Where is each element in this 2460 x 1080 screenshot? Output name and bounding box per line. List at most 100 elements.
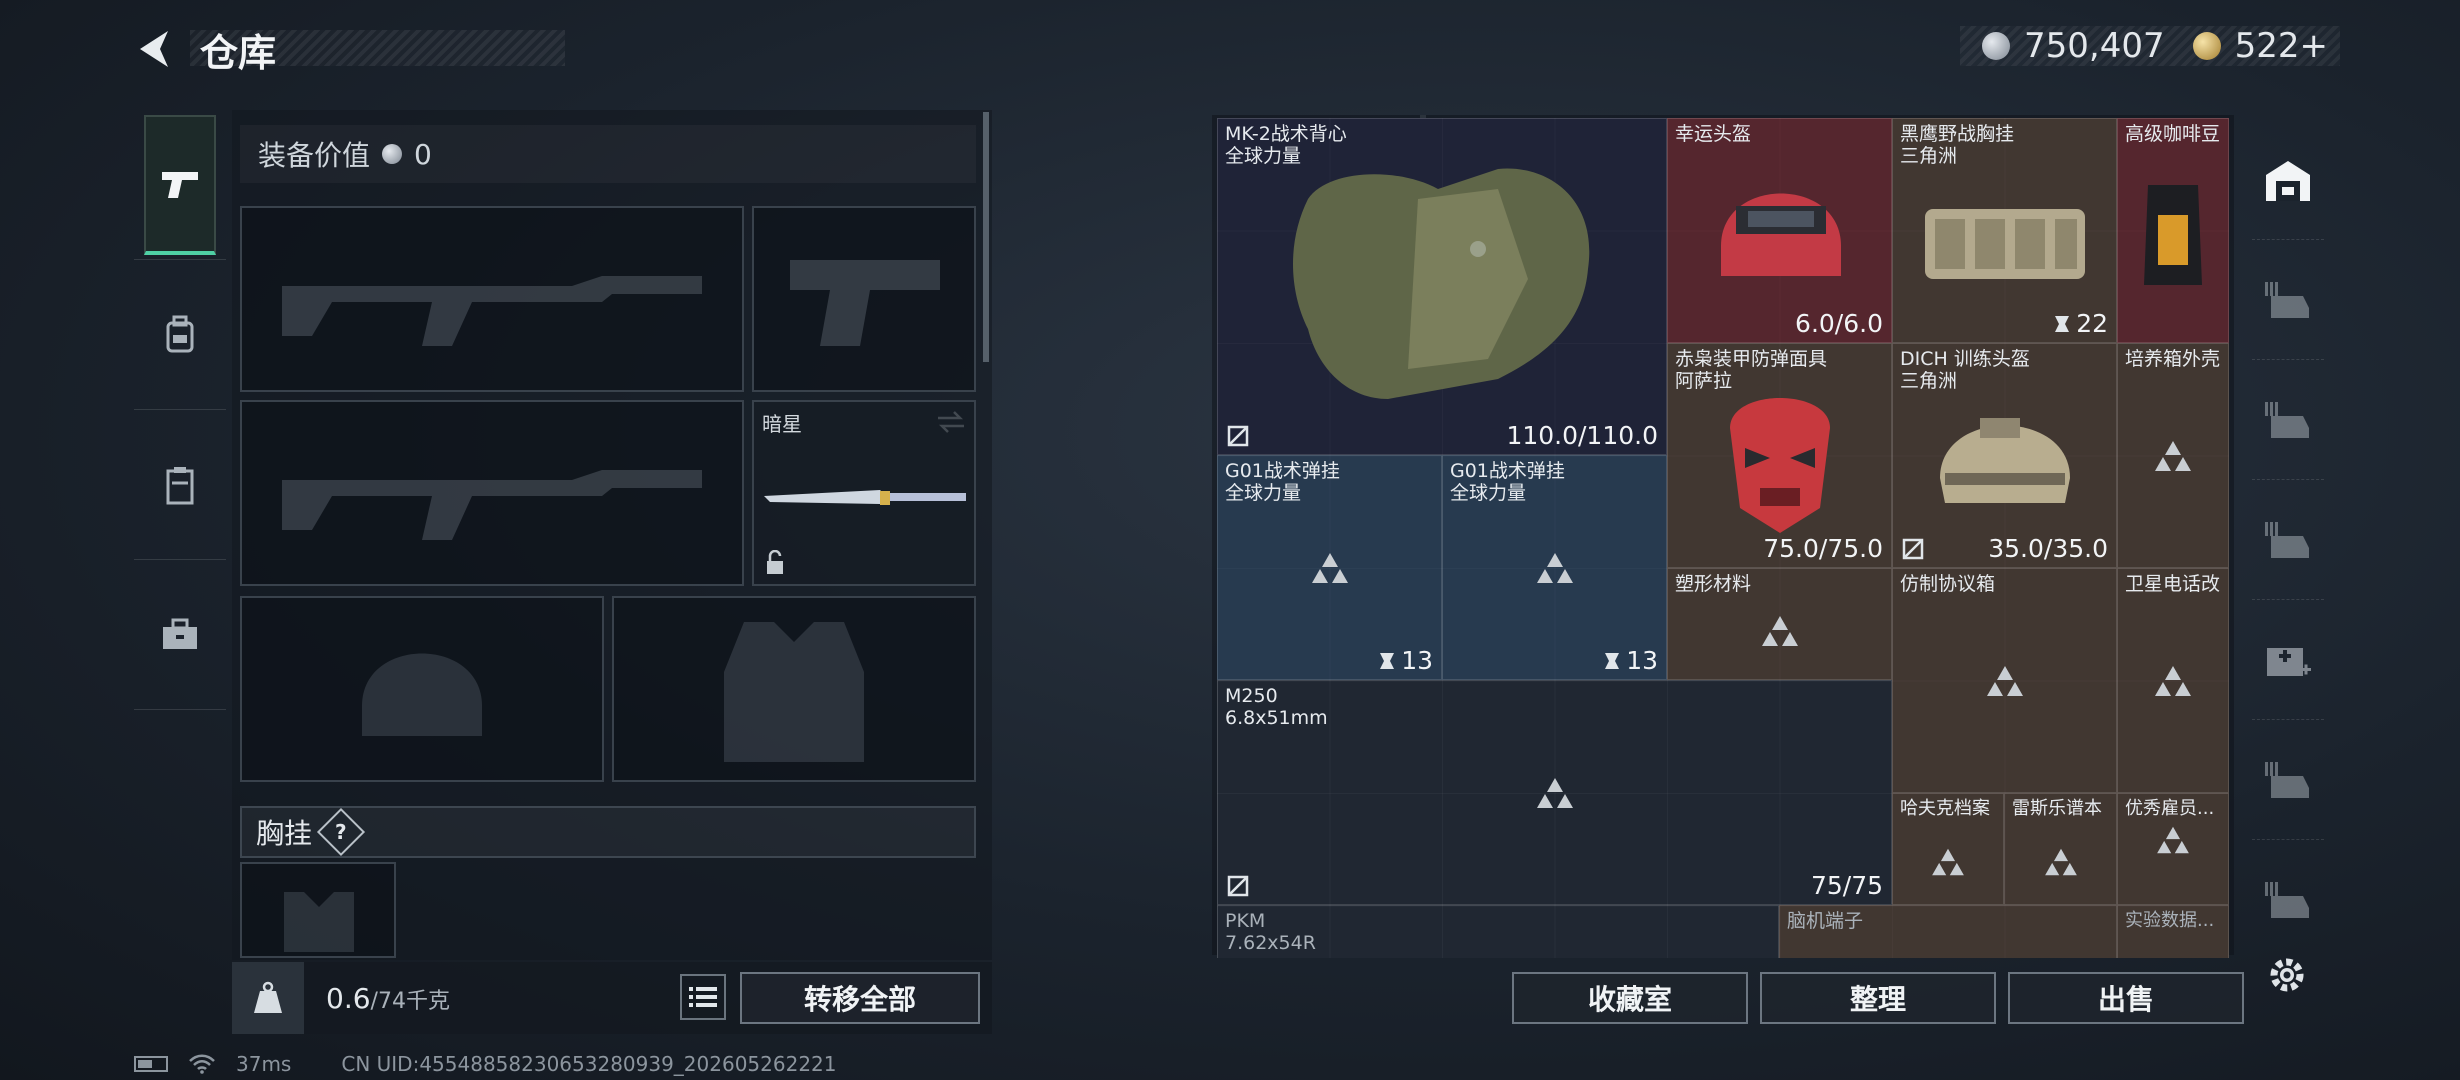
item-g01-rig-1[interactable]: G01战术弹挂 全球力量 13 (1217, 455, 1442, 680)
warehouse-grid: MK-2战术背心 全球力量 110.0/110.0 幸运头盔 6.0/6.0 黑鹰… (1217, 118, 2229, 958)
helmet-image (1721, 193, 1841, 276)
storage-slot-icon (2265, 761, 2309, 798)
item-stack-count: 22 (2053, 309, 2108, 338)
silver-coin-amount: 750,407 (2024, 26, 2165, 66)
item-premium-coffee[interactable]: 高级咖啡豆 (2117, 118, 2229, 343)
gear-icon (2270, 958, 2304, 992)
rail-storage-3[interactable] (2252, 480, 2324, 600)
item-name: 黑鹰野战胸挂 三角洲 (1900, 123, 2015, 167)
item-name: 塑形材料 (1675, 573, 1752, 595)
chest-rig-silhouette-icon (284, 892, 354, 952)
wifi-icon (189, 1054, 215, 1074)
item-dich-helmet[interactable]: DICH 训练头盔 三角洲 35.0/35.0 (1892, 343, 2117, 568)
item-haavk-archive[interactable]: 哈夫克档案 (1892, 793, 2004, 905)
item-redowl-mask[interactable]: 赤枭装甲防弹面具 阿萨拉 75.0/75.0 (1667, 343, 1892, 568)
locker-icon (166, 466, 194, 504)
storage-slot-icon (2265, 882, 2309, 918)
item-incubator-shell[interactable]: 培养箱外壳 (2117, 343, 2229, 568)
weight-icon-box (232, 962, 304, 1034)
unknown-item-icon (2044, 848, 2077, 876)
unknown-item-icon (1761, 615, 1798, 646)
battery-icon (134, 1056, 168, 1072)
primary-weapon-slot[interactable] (240, 206, 744, 392)
armor-silhouette-icon (724, 622, 864, 762)
item-name: 培养箱外壳 (2125, 348, 2221, 370)
tactical-vest-image (1293, 168, 1590, 399)
backpack-icon (166, 315, 194, 352)
melee-slot[interactable]: 暗星 (752, 400, 976, 586)
chest-rig-label: 胸挂 (256, 817, 313, 850)
rail-storage-5[interactable] (2252, 840, 2324, 960)
rail-storage-2[interactable] (2252, 360, 2324, 480)
tab-locker[interactable] (134, 410, 226, 560)
sort-button[interactable]: 整理 (1760, 972, 1996, 1024)
item-name: 实验数据... (2125, 910, 2215, 931)
item-plastic-material[interactable]: 塑形材料 (1667, 568, 1892, 680)
swap-icon[interactable] (936, 410, 966, 434)
rifle-silhouette-icon (282, 470, 702, 540)
sell-button[interactable]: 出售 (2008, 972, 2244, 1024)
armored-mask-image (1730, 398, 1830, 533)
item-replica-protocol-box[interactable]: 仿制协议箱 (1892, 568, 2117, 793)
item-blackhawk-rig[interactable]: 黑鹰野战胸挂 三角洲 22 (1892, 118, 2117, 343)
item-satellite-phone[interactable]: 卫星电话改 (2117, 568, 2229, 793)
item-g01-rig-2[interactable]: G01战术弹挂 全球力量 13 (1442, 455, 1667, 680)
transfer-all-button[interactable]: 转移全部 (740, 972, 980, 1024)
helmet-slot[interactable] (240, 596, 604, 782)
back-button[interactable] (130, 22, 178, 76)
back-arrow-icon (140, 31, 168, 67)
coffee-bag-image (2144, 185, 2202, 285)
item-rasle-score[interactable]: 雷斯乐谱本 (2004, 793, 2117, 905)
item-stack-count: 13 (1603, 646, 1658, 675)
ping-readout: 37ms (236, 1052, 292, 1076)
equipment-scrollbar[interactable] (983, 112, 989, 362)
help-badge[interactable]: ? (316, 807, 366, 857)
list-view-button[interactable] (680, 974, 726, 1020)
weight-capacity: /74千克 (370, 988, 450, 1014)
secondary-weapon-slot[interactable] (240, 400, 744, 586)
unknown-item-icon (1536, 777, 1573, 808)
item-pkm[interactable]: PKM 7.62x54R (1217, 905, 1779, 958)
rail-storage-1[interactable] (2252, 240, 2324, 360)
tab-toolbox[interactable] (134, 560, 226, 710)
magazine-icon (1380, 652, 1395, 669)
helmet-silhouette-icon (362, 653, 482, 736)
item-excellent-employee[interactable]: 优秀雇员... (2117, 793, 2229, 905)
rail-storage-4[interactable] (2252, 720, 2324, 840)
list-icon (689, 987, 717, 1007)
medical-storage-icon (2267, 647, 2311, 676)
tab-weapons[interactable] (134, 110, 226, 260)
item-name: M250 6.8x51mm (1225, 685, 1328, 729)
body-armor-slot[interactable] (612, 596, 976, 782)
equipment-value-label: 装备价值 (258, 139, 371, 172)
tab-backpack[interactable] (134, 260, 226, 410)
rail-warehouse[interactable] (2252, 120, 2324, 240)
item-experiment-data[interactable]: 实验数据... (2117, 905, 2229, 958)
item-mk2-vest[interactable]: MK-2战术背心 全球力量 110.0/110.0 (1217, 118, 1667, 455)
sidearm-slot[interactable] (752, 206, 976, 392)
weight-readout: 0.6/74千克 (326, 982, 450, 1015)
item-name: 脑机端子 (1787, 910, 1864, 932)
weight-kg-icon (254, 981, 282, 1013)
unknown-item-icon (2155, 665, 2191, 696)
collection-room-button[interactable]: 收藏室 (1512, 972, 1748, 1024)
settings-button[interactable] (2262, 950, 2312, 1000)
item-brain-terminal[interactable]: 脑机端子 (1779, 905, 2117, 958)
unknown-item-icon (1311, 552, 1348, 583)
item-name: 哈夫克档案 (1900, 798, 1990, 819)
chest-rig-slot[interactable] (240, 862, 396, 958)
item-lucky-helmet[interactable]: 幸运头盔 6.0/6.0 (1667, 118, 1892, 343)
item-durability: 110.0/110.0 (1506, 421, 1658, 450)
storage-slot-icon (2265, 401, 2309, 438)
rail-medical-storage[interactable] (2252, 600, 2324, 720)
item-m250[interactable]: M250 6.8x51mm 75/75 (1217, 680, 1892, 905)
item-ammo-count: 75/75 (1810, 871, 1883, 900)
item-name: G01战术弹挂 全球力量 (1450, 460, 1565, 504)
unknown-item-icon (1986, 665, 2023, 696)
unknown-item-icon (1932, 848, 1964, 876)
help-icon: ? (335, 819, 347, 844)
pistol-silhouette-icon (790, 260, 940, 346)
gold-coin-icon (2192, 32, 2221, 60)
page-title: 仓库 (200, 31, 277, 75)
toolbox-icon (163, 618, 197, 649)
